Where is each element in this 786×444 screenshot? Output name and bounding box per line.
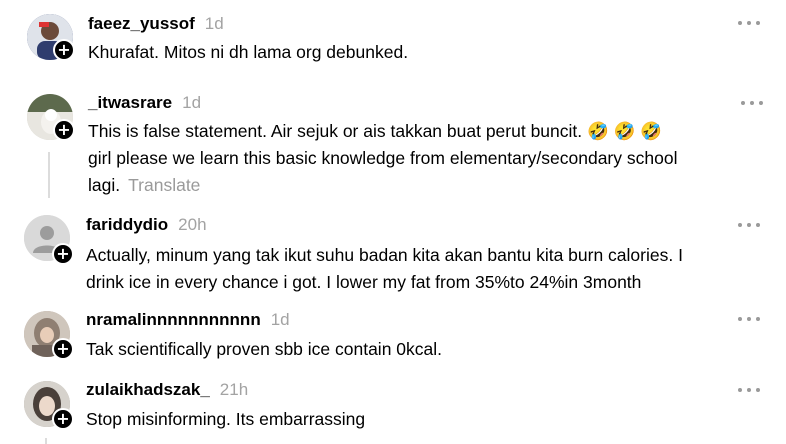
follow-plus-icon[interactable]: +	[52, 408, 74, 430]
thread-line	[45, 438, 47, 444]
timestamp: 1d	[204, 14, 224, 33]
more-options-icon[interactable]	[738, 315, 760, 323]
username[interactable]: nramalinnnnnnnnnnn 1d	[86, 310, 290, 330]
follow-plus-icon[interactable]: +	[52, 243, 74, 265]
thread-line	[48, 152, 50, 198]
more-options-icon[interactable]	[741, 99, 763, 107]
follow-plus-icon[interactable]: +	[53, 39, 75, 61]
timestamp: 1d	[182, 93, 202, 112]
follow-plus-icon[interactable]: +	[52, 338, 74, 360]
more-options-icon[interactable]	[738, 221, 760, 229]
follow-plus-icon[interactable]: +	[53, 119, 75, 141]
more-options-icon[interactable]	[738, 386, 760, 394]
comment-text: Actually, minum yang tak ikut suhu badan…	[86, 245, 683, 292]
comment-text: Tak scientifically proven sbb ice contai…	[86, 339, 443, 359]
comment-text: This is false statement. Air sejuk or ai…	[88, 121, 678, 195]
username[interactable]: zulaikhadszak_ 21h	[86, 380, 248, 400]
timestamp: 1d	[270, 310, 290, 329]
timestamp: 20h	[178, 215, 207, 234]
comment-text: Khurafat. Mitos ni dh lama org debunked.	[88, 42, 409, 62]
more-options-icon[interactable]	[738, 19, 760, 27]
username[interactable]: fariddydio 20h	[86, 215, 207, 235]
timestamp: 21h	[219, 380, 249, 399]
username[interactable]: faeez_yussof 1d	[88, 14, 224, 34]
username[interactable]: _itwasrare 1d	[88, 93, 201, 113]
comment-text: Stop misinforming. Its embarrassing	[86, 409, 366, 429]
translate-link[interactable]: Translate	[128, 175, 200, 195]
